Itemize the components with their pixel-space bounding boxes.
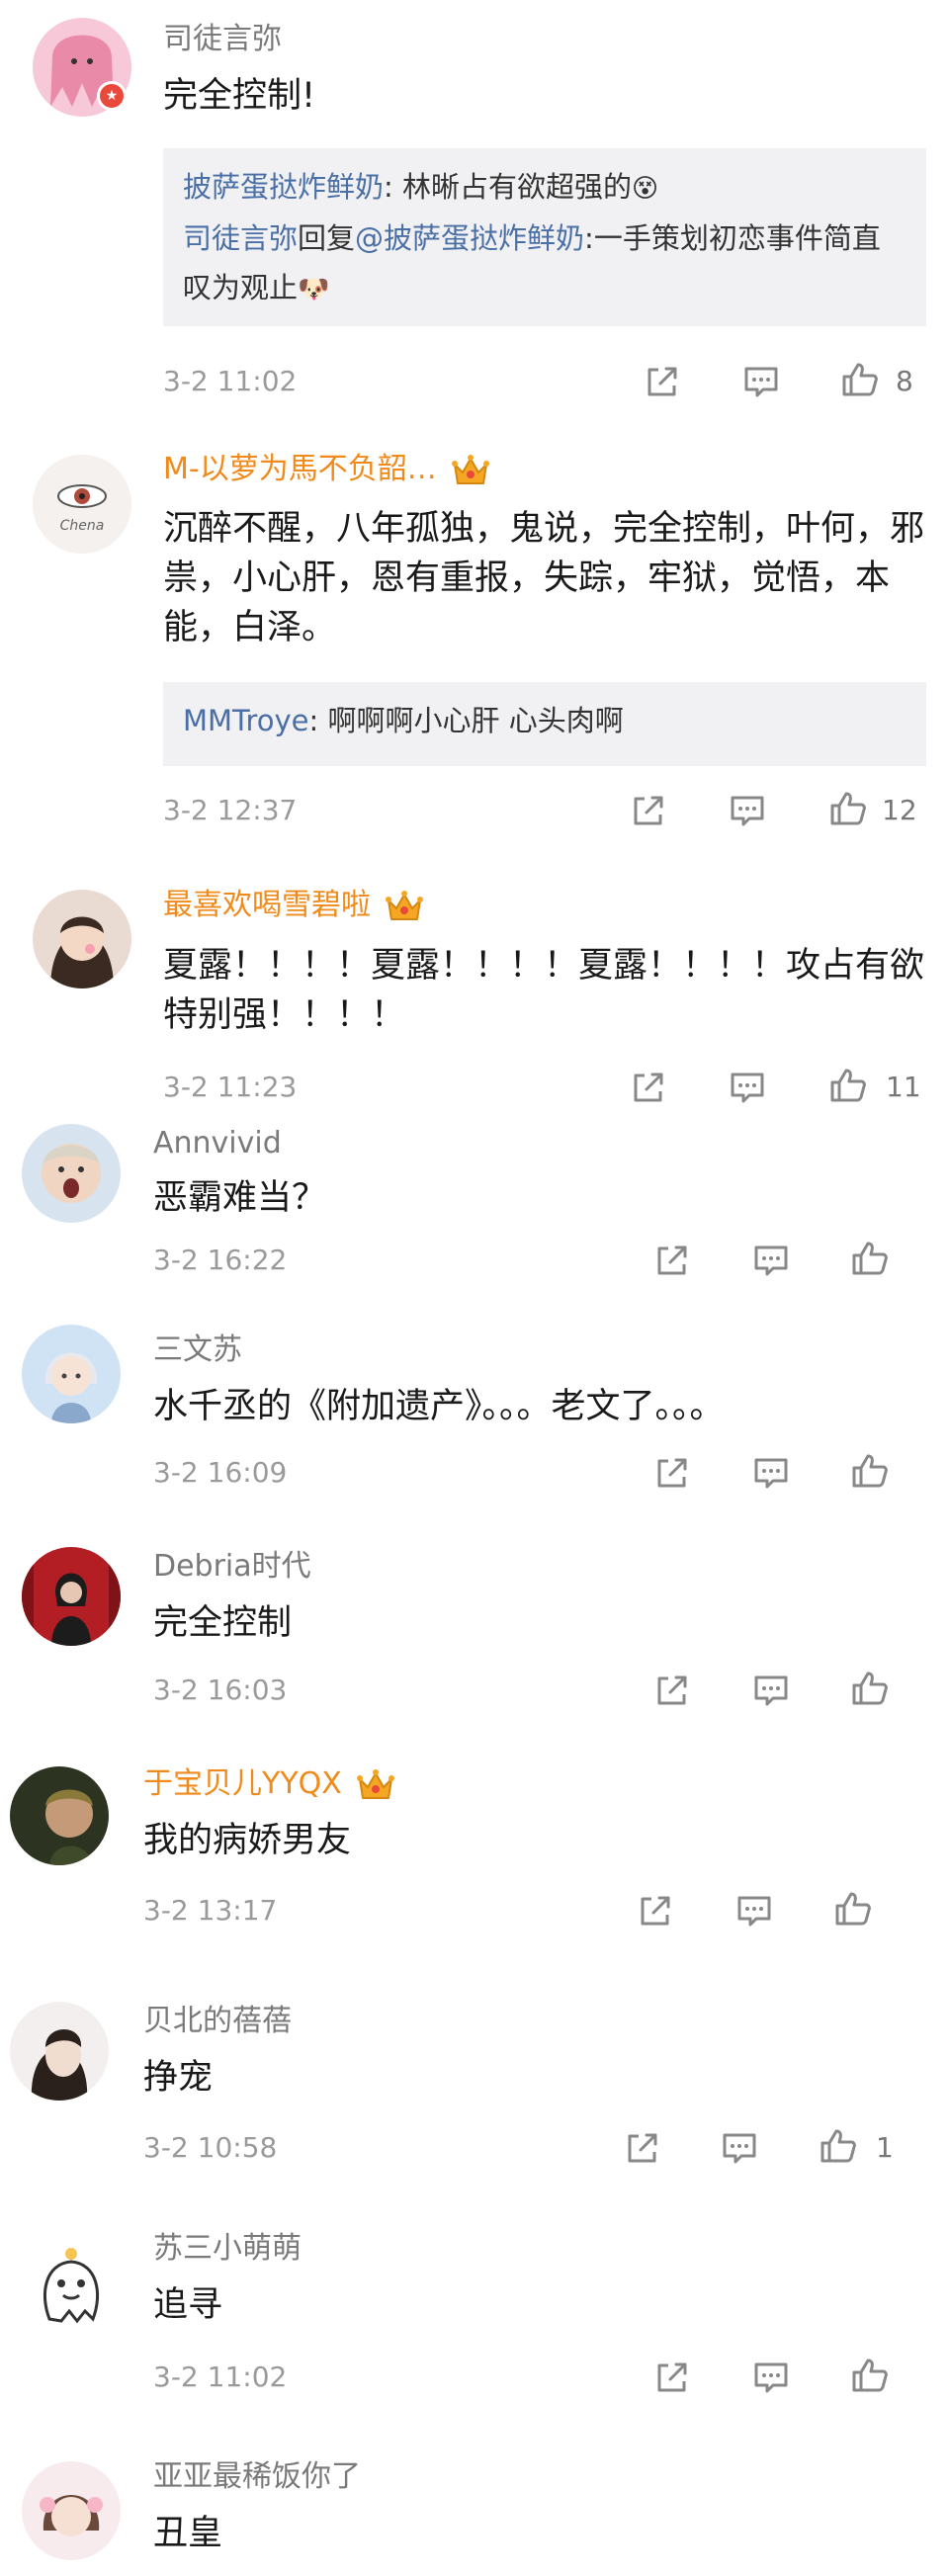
comment-text: 沉醉不醒，八年孤独，鬼说，完全控制，叶何，邪祟，小心肝，恩有重报，失踪，牢狱，觉…	[163, 509, 925, 647]
reply-user[interactable]: 披萨蛋挞炸鲜奶	[183, 170, 384, 204]
avatar[interactable]	[10, 1766, 109, 1865]
comment-icon[interactable]	[741, 362, 781, 401]
comment-text: 挣宠	[143, 2058, 214, 2098]
comment-card: ★ 司徒言弥 完全控制! 披萨蛋挞炸鲜奶: 林晰占有欲超强的😵 司徒言弥回复@披…	[0, 0, 949, 415]
comment-card: 亚亚最稀饭你了 丑皇	[0, 2442, 909, 2576]
avatar[interactable]	[10, 2002, 109, 2101]
username[interactable]: Debria时代	[153, 1547, 311, 1587]
timestamp: 3-2 11:02	[163, 365, 298, 397]
avatar[interactable]	[22, 1547, 121, 1646]
svg-text:Chena: Chena	[60, 518, 105, 534]
username[interactable]: 贝北的蓓蓓	[143, 2002, 292, 2041]
timestamp: 3-2 11:23	[163, 1071, 298, 1103]
thumbs-up-icon[interactable]	[850, 2356, 890, 2395]
reply-box[interactable]: MMTroye: 啊啊啊小心肝 心头肉啊	[163, 682, 926, 766]
thumbs-up-icon[interactable]	[828, 789, 868, 828]
like-count: 12	[882, 794, 917, 826]
reply-item: 披萨蛋挞炸鲜奶: 林晰占有欲超强的😵	[183, 162, 906, 214]
username[interactable]: Annvivid	[153, 1124, 282, 1163]
share-icon[interactable]	[652, 1241, 692, 1280]
reply-text: 林晰占有欲超强的	[402, 170, 633, 204]
thumbs-up-icon[interactable]	[850, 1451, 890, 1491]
thumbs-up-icon[interactable]	[828, 1066, 868, 1105]
share-icon[interactable]	[643, 362, 682, 401]
reply-box[interactable]: 披萨蛋挞炸鲜奶: 林晰占有欲超强的😵 司徒言弥回复@披萨蛋挞炸鲜奶:一手策划初恋…	[163, 148, 926, 326]
comment-icon[interactable]	[751, 1671, 791, 1710]
crown-icon	[385, 889, 424, 924]
like-count: 1	[876, 2131, 894, 2164]
comment-text: 水千丞的《附加遗产》。。。老文了。。。	[153, 1387, 725, 1426]
comment-card: Chena M-以萝为馬不负韶… 沉醉不醒，八年孤独，鬼说，完全控制，叶何，邪祟…	[0, 425, 949, 840]
username[interactable]: 三文苏	[153, 1331, 242, 1370]
share-icon[interactable]	[652, 1453, 692, 1493]
share-icon[interactable]	[652, 2358, 692, 2397]
thumbs-up-icon[interactable]	[819, 2126, 858, 2166]
username[interactable]: 最喜欢喝雪碧啦	[163, 886, 424, 925]
comment-text: 我的病娇男友	[143, 1821, 352, 1860]
dog-face-emoji: 🐶	[298, 275, 330, 304]
share-icon[interactable]	[652, 1671, 692, 1710]
verified-badge: ★	[97, 81, 127, 111]
timestamp: 3-2 10:58	[143, 2131, 278, 2164]
timestamp: 3-2 16:09	[153, 1456, 288, 1489]
like-count: 8	[896, 365, 913, 397]
thumbs-up-icon[interactable]	[850, 1669, 890, 1708]
reply-item: 司徒言弥回复@披萨蛋挞炸鲜奶:一手策划初恋事件简直叹为观止🐶	[183, 214, 906, 314]
thumbs-up-icon[interactable]	[850, 1239, 890, 1278]
avatar[interactable]	[22, 2461, 121, 2560]
timestamp: 3-2 16:22	[153, 1244, 288, 1276]
comment-text: 恶霸难当？	[153, 1178, 327, 1218]
share-icon[interactable]	[629, 791, 668, 830]
username[interactable]: 司徒言弥	[163, 20, 282, 59]
timestamp: 3-2 16:03	[153, 1674, 288, 1706]
comment-icon[interactable]	[728, 1068, 767, 1107]
username[interactable]: 亚亚最稀饭你了	[153, 2457, 361, 2497]
avatar[interactable]	[22, 2234, 121, 2333]
like-count: 11	[886, 1071, 921, 1103]
avatar[interactable]: Chena	[33, 455, 131, 554]
comment-icon[interactable]	[751, 1241, 791, 1280]
timestamp: 3-2 12:37	[163, 794, 298, 826]
comment-text: 完全控制!	[163, 76, 316, 116]
comment-card: 最喜欢喝雪碧啦 夏露！！！！夏露！！！！夏露！！！！攻占有欲特别强！！！！ 3-…	[0, 850, 949, 1117]
avatar[interactable]	[33, 890, 131, 988]
username[interactable]: 苏三小萌萌	[153, 2229, 302, 2269]
comment-card: 苏三小萌萌 追寻 3-2 11:02	[0, 2209, 909, 2427]
comment-card: 于宝贝儿YYQX 我的病娇男友 3-2 13:17	[0, 1745, 909, 1952]
username[interactable]: M-以萝为馬不负韶…	[163, 450, 490, 489]
comment-text: 丑皇	[153, 2514, 223, 2553]
avatar[interactable]	[22, 1124, 121, 1223]
comment-text: 追寻	[153, 2285, 223, 2325]
reply-text: 啊啊啊小心肝 心头肉啊	[327, 704, 624, 737]
timestamp: 3-2 13:17	[143, 1894, 278, 1927]
comment-icon[interactable]	[728, 791, 767, 830]
comment-card: 三文苏 水千丞的《附加遗产》。。。老文了。。。 3-2 16:09	[0, 1325, 909, 1532]
reply-mention[interactable]: @披萨蛋挞炸鲜奶	[355, 221, 584, 255]
comment-card: Debria时代 完全控制 3-2 16:03	[0, 1537, 909, 1735]
crown-icon	[451, 453, 490, 488]
reply-user[interactable]: MMTroye	[183, 704, 309, 737]
reply-item: MMTroye: 啊啊啊小心肝 心头肉啊	[183, 704, 624, 737]
avatar[interactable]	[22, 1325, 121, 1423]
timestamp: 3-2 11:02	[153, 2361, 288, 2393]
comment-icon[interactable]	[734, 1891, 774, 1931]
crown-icon	[356, 1767, 395, 1803]
comment-icon[interactable]	[751, 2358, 791, 2397]
thumbs-up-icon[interactable]	[840, 360, 880, 399]
thumbs-up-icon[interactable]	[833, 1889, 873, 1929]
comment-card: Annvivid 恶霸难当？ 3-2 16:22	[0, 1124, 909, 1333]
dizzy-face-emoji: 😵	[632, 174, 659, 204]
comment-card: 贝北的蓓蓓 挣宠 3-2 10:58 1	[0, 1962, 909, 2190]
comment-icon[interactable]	[751, 1453, 791, 1493]
share-icon[interactable]	[636, 1891, 675, 1931]
comment-text: 完全控制	[153, 1603, 293, 1643]
share-icon[interactable]	[623, 2128, 662, 2168]
reply-user[interactable]: 司徒言弥	[183, 221, 298, 255]
share-icon[interactable]	[629, 1068, 668, 1107]
comment-icon[interactable]	[720, 2128, 759, 2168]
username[interactable]: 于宝贝儿YYQX	[143, 1764, 395, 1804]
comment-text: 夏露！！！！夏露！！！！夏露！！！！攻占有欲特别强！！！！	[163, 946, 925, 1035]
